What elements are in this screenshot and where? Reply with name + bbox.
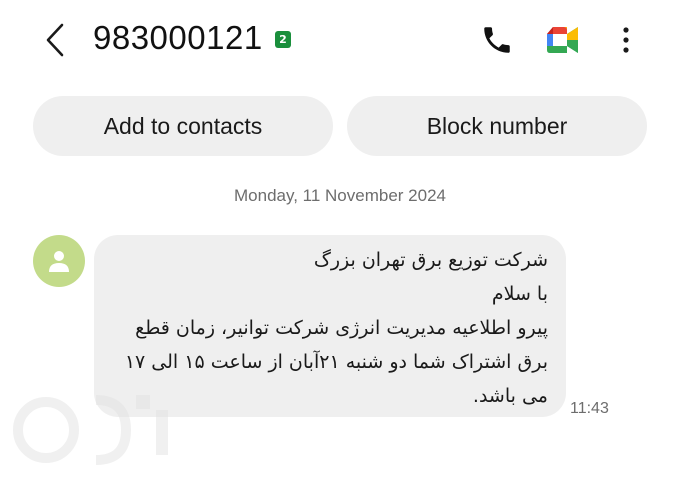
app-header: 983000121 2 xyxy=(0,0,680,82)
watermark-logo-icon xyxy=(13,395,168,465)
contact-number-title: 983000121 xyxy=(93,19,263,56)
google-meet-icon xyxy=(547,27,578,53)
message-timestamp: 11:43 xyxy=(570,400,609,417)
date-divider: Monday, 11 November 2024 xyxy=(234,186,446,205)
back-button[interactable] xyxy=(38,20,72,60)
phone-icon xyxy=(484,27,510,53)
person-icon xyxy=(49,251,69,272)
video-call-button[interactable] xyxy=(543,20,583,60)
add-to-contacts-button[interactable]: Add to contacts xyxy=(33,96,333,156)
avatar[interactable] xyxy=(33,235,85,287)
more-options-button[interactable] xyxy=(606,20,646,60)
chevron-left-icon xyxy=(46,23,64,57)
call-button[interactable] xyxy=(477,20,517,60)
block-number-button[interactable]: Block number xyxy=(347,96,647,156)
more-vertical-icon xyxy=(623,27,629,53)
sim-badge: 2 xyxy=(275,31,291,48)
